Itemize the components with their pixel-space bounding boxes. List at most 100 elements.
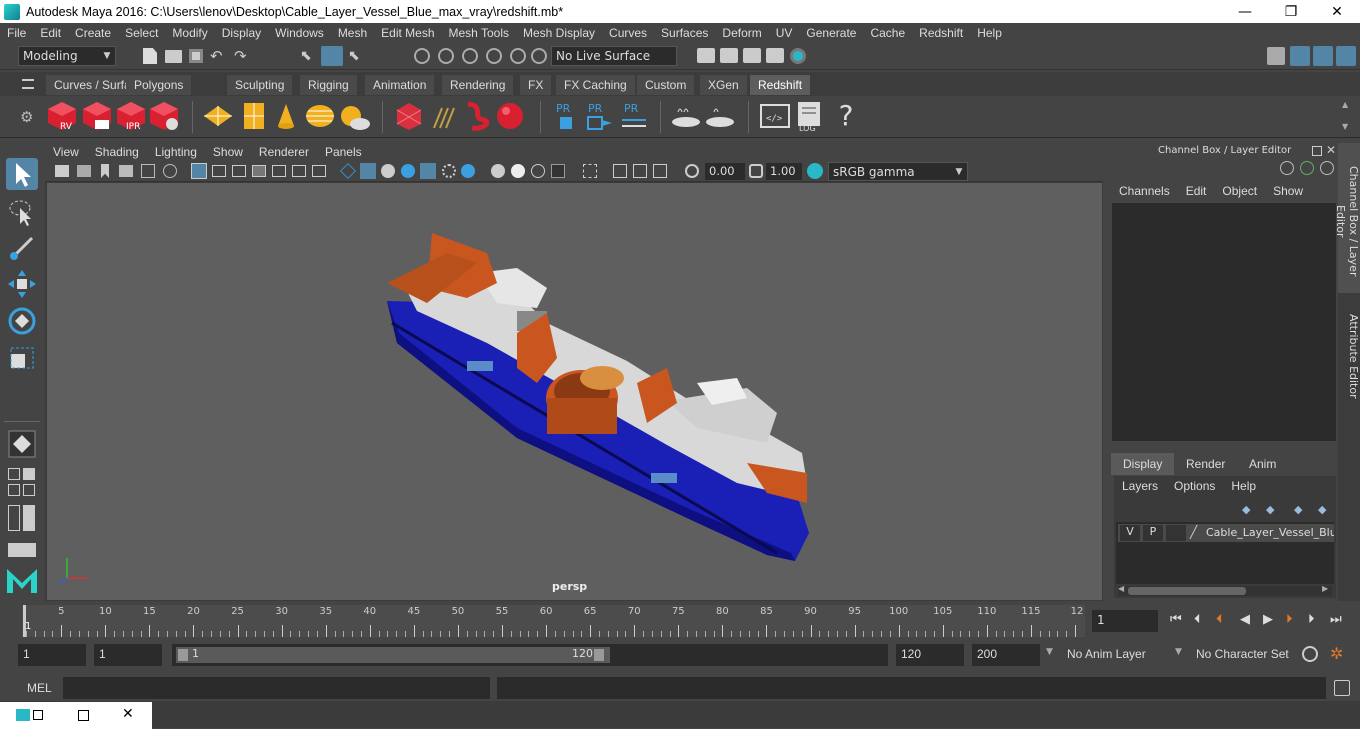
- anim-layer-chevron-down-icon[interactable]: ▼: [1046, 647, 1053, 657]
- step-back-key-icon[interactable]: ⏴: [1216, 612, 1223, 627]
- playback-end-field[interactable]: 120: [896, 644, 964, 666]
- safe-title-icon[interactable]: [312, 165, 326, 177]
- panel-menu-panels[interactable]: Panels: [317, 145, 370, 159]
- field-chart-icon[interactable]: [272, 165, 286, 177]
- panel-layout-icon[interactable]: [8, 505, 20, 531]
- shelf-scroll-down-icon[interactable]: ▼: [1342, 122, 1348, 131]
- last-tool-icon[interactable]: [6, 428, 38, 460]
- shelf-settings-icon[interactable]: ⚙: [20, 108, 33, 126]
- bookmark-icon[interactable]: [101, 164, 109, 178]
- four-layout-icon[interactable]: [23, 468, 35, 480]
- select-component-icon[interactable]: ⬉: [348, 48, 360, 64]
- shelf-scroll-up-icon[interactable]: ▲: [1342, 100, 1348, 109]
- character-set-field[interactable]: No Character Set: [1191, 644, 1295, 666]
- select-tool-icon[interactable]: [6, 158, 38, 190]
- render-sequence-icon[interactable]: [720, 48, 738, 63]
- redshift-dome-light-icon[interactable]: [304, 100, 336, 132]
- new-layer-selected-icon[interactable]: ◆: [1266, 503, 1274, 516]
- redshift-sun-sky-icon[interactable]: [338, 100, 370, 132]
- animation-end-field[interactable]: 200: [972, 644, 1040, 666]
- camera-attributes-icon[interactable]: [77, 165, 91, 177]
- redshift-ipr-icon[interactable]: IPR: [115, 100, 147, 132]
- redshift-material-icon[interactable]: [393, 100, 425, 132]
- minimized-window[interactable]: ✕: [0, 702, 152, 729]
- wireframe-grid-icon[interactable]: [191, 163, 207, 179]
- backface-culling-icon[interactable]: [653, 164, 667, 178]
- shelf-tab-sculpting[interactable]: Sculpting: [227, 75, 293, 95]
- xray-active-icon[interactable]: [633, 164, 647, 178]
- select-hierarchy-icon[interactable]: ⬉: [300, 48, 312, 64]
- redshift-settings-icon[interactable]: [148, 100, 180, 132]
- layer-row[interactable]: V P ╱ Cable_Layer_Vessel_Blue_: [1118, 524, 1334, 542]
- transform-attributes-icon[interactable]: [1280, 161, 1294, 175]
- outliner-layout-icon[interactable]: [23, 484, 35, 496]
- menu-cache[interactable]: Cache: [863, 26, 912, 40]
- maximize-icon[interactable]: [78, 710, 89, 721]
- menu-select[interactable]: Select: [118, 26, 165, 40]
- menu-mesh-display[interactable]: Mesh Display: [516, 26, 602, 40]
- snap-curve-icon[interactable]: [438, 48, 454, 64]
- move-tool-icon[interactable]: [6, 268, 38, 300]
- open-scene-icon[interactable]: [165, 50, 182, 63]
- script-editor-icon[interactable]: [1334, 680, 1350, 696]
- persp-graph-layout-icon[interactable]: [23, 505, 35, 531]
- layer-color-icon[interactable]: ╱: [1190, 525, 1197, 539]
- layout-preset-icon[interactable]: [8, 543, 36, 557]
- redshift-sphere-icon[interactable]: [494, 100, 526, 132]
- current-time-cursor[interactable]: [23, 605, 26, 637]
- textured-icon[interactable]: [401, 164, 415, 178]
- gamma-icon[interactable]: [749, 164, 763, 178]
- range-bar-fill[interactable]: [176, 647, 610, 663]
- hypershade-icon[interactable]: [790, 48, 806, 64]
- layer-name[interactable]: Cable_Layer_Vessel_Blue_: [1206, 526, 1334, 539]
- depth-of-field-icon[interactable]: [531, 164, 545, 178]
- render-settings-icon[interactable]: [766, 48, 784, 63]
- rotate-tool-icon[interactable]: [6, 305, 38, 337]
- snap-point-icon[interactable]: [462, 48, 478, 64]
- redshift-light-icon[interactable]: [270, 100, 302, 132]
- options-icon[interactable]: [1320, 161, 1334, 175]
- step-back-frame-icon[interactable]: ⏴: [1194, 612, 1201, 627]
- render-frame-icon[interactable]: [697, 48, 715, 63]
- channel-list[interactable]: [1112, 203, 1336, 441]
- xray-icon[interactable]: [551, 164, 565, 178]
- close-button[interactable]: ✕: [1314, 0, 1360, 23]
- scrollbar-thumb[interactable]: [1128, 587, 1246, 595]
- channel-box-menu-channels[interactable]: Channels: [1119, 184, 1170, 198]
- current-frame-field[interactable]: 1: [1092, 610, 1158, 632]
- layer-tab-anim[interactable]: Anim: [1237, 453, 1289, 475]
- menu-modify[interactable]: Modify: [165, 26, 214, 40]
- step-forward-frame-icon[interactable]: ⏵: [1308, 612, 1315, 627]
- maya-home-icon[interactable]: [5, 567, 39, 595]
- attribute-editor-side-tab[interactable]: Attribute Editor: [1338, 303, 1360, 403]
- layer-playback-toggle[interactable]: P: [1143, 525, 1163, 541]
- scroll-right-icon[interactable]: ▶: [1322, 584, 1328, 593]
- new-scene-icon[interactable]: [143, 48, 157, 64]
- range-end-handle[interactable]: [594, 649, 604, 661]
- playback-start-field[interactable]: 1: [94, 644, 162, 666]
- shelf-tab-xgen[interactable]: XGen: [700, 75, 747, 95]
- isolate-select-icon[interactable]: [583, 164, 597, 178]
- redshift-pr-sync-icon[interactable]: PR: [618, 100, 650, 132]
- redshift-proxy-icon[interactable]: [202, 100, 234, 132]
- channel-box-menu-edit[interactable]: Edit: [1186, 184, 1207, 198]
- snap-grid-icon[interactable]: [414, 48, 430, 64]
- command-input[interactable]: [63, 677, 490, 699]
- wireframe-shading-icon[interactable]: [340, 163, 356, 179]
- move-layer-down-icon[interactable]: ◆: [1318, 503, 1326, 516]
- menu-deform[interactable]: Deform: [715, 26, 768, 40]
- layer-menu-help[interactable]: Help: [1231, 479, 1256, 493]
- panel-close-icon[interactable]: ✕: [1326, 143, 1336, 157]
- range-start-handle[interactable]: [178, 649, 188, 661]
- menu-mesh-tools[interactable]: Mesh Tools: [442, 26, 516, 40]
- channel-box-side-tab[interactable]: Channel Box / Layer Editor: [1334, 143, 1360, 293]
- redshift-pr-export-icon[interactable]: PR: [584, 100, 616, 132]
- panel-menu-show[interactable]: Show: [205, 145, 251, 159]
- two-layout-icon[interactable]: [8, 484, 20, 496]
- menu-edit-mesh[interactable]: Edit Mesh: [374, 26, 441, 40]
- film-gate-icon[interactable]: [212, 165, 226, 177]
- channel-box-menu-object[interactable]: Object: [1222, 184, 1257, 198]
- animation-preferences-icon[interactable]: ✲: [1330, 644, 1343, 663]
- menu-create[interactable]: Create: [68, 26, 118, 40]
- safe-action-icon[interactable]: [292, 165, 306, 177]
